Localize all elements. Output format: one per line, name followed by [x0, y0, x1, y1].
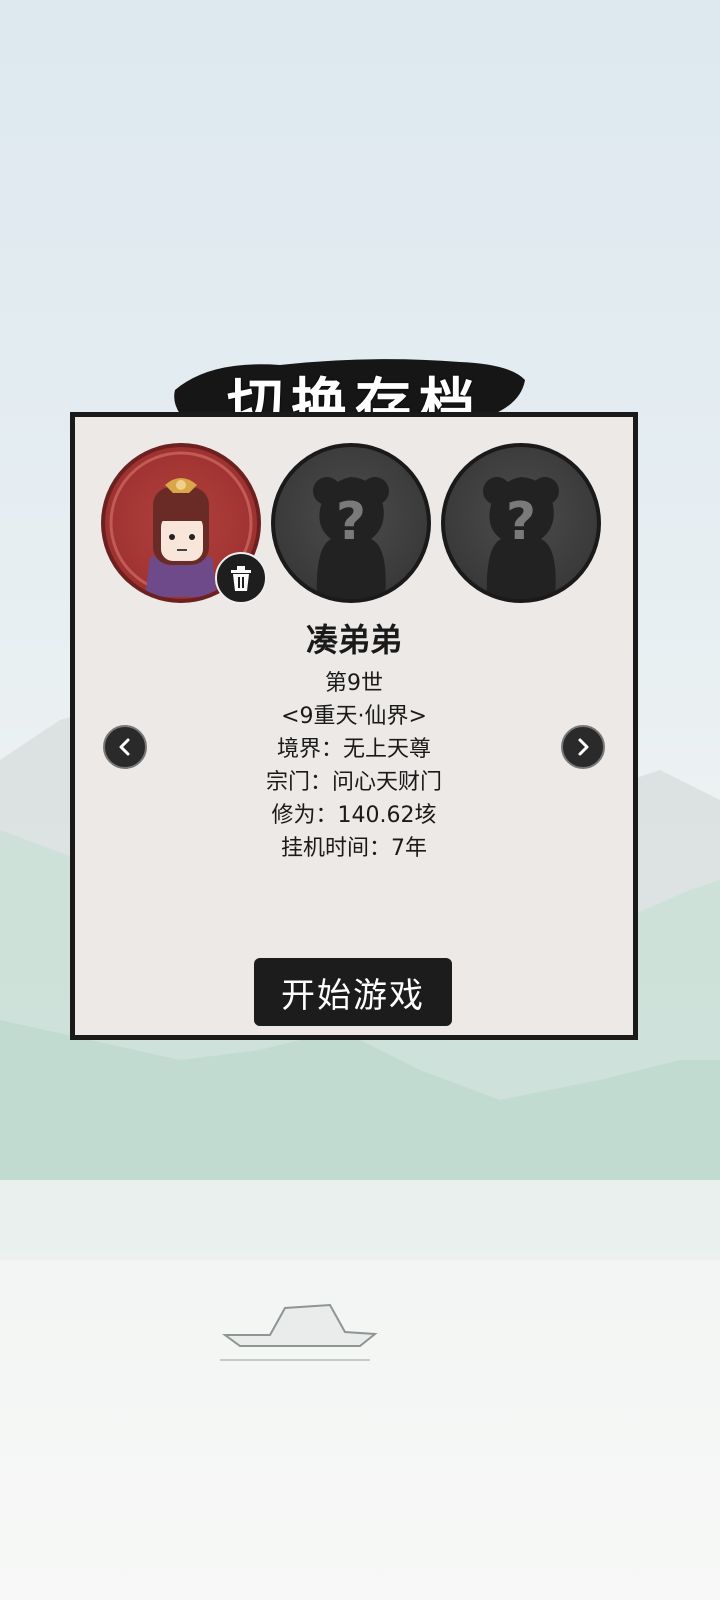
chevron-right-icon [578, 738, 589, 756]
realm-zone-text: <9重天·仙界> [281, 704, 427, 729]
unknown-silhouette-icon: ? [483, 477, 559, 599]
sect-text: 宗门：问心天财门 [265, 770, 442, 795]
cultivation-text: 修为：140.62垓 [271, 803, 437, 828]
chevron-left-icon [119, 738, 130, 756]
next-save-button[interactable] [561, 725, 605, 769]
prev-save-button[interactable] [103, 725, 147, 769]
unknown-silhouette-icon: ? [313, 477, 389, 599]
trash-icon [231, 566, 251, 591]
svg-text:?: ? [336, 492, 366, 552]
idle-time-text: 挂机时间：7年 [281, 836, 427, 861]
save-slot-3[interactable]: ? [441, 443, 601, 603]
generation-text: 第9世 [325, 671, 383, 696]
delete-save-button[interactable] [215, 552, 267, 604]
character-name: 凑弟弟 [305, 621, 402, 659]
realm-text: 境界：无上天尊 [276, 737, 431, 762]
svg-text:?: ? [506, 492, 536, 552]
start-game-button[interactable]: 开始游戏 [254, 958, 452, 1026]
save-slot-2[interactable]: ? [271, 443, 431, 603]
